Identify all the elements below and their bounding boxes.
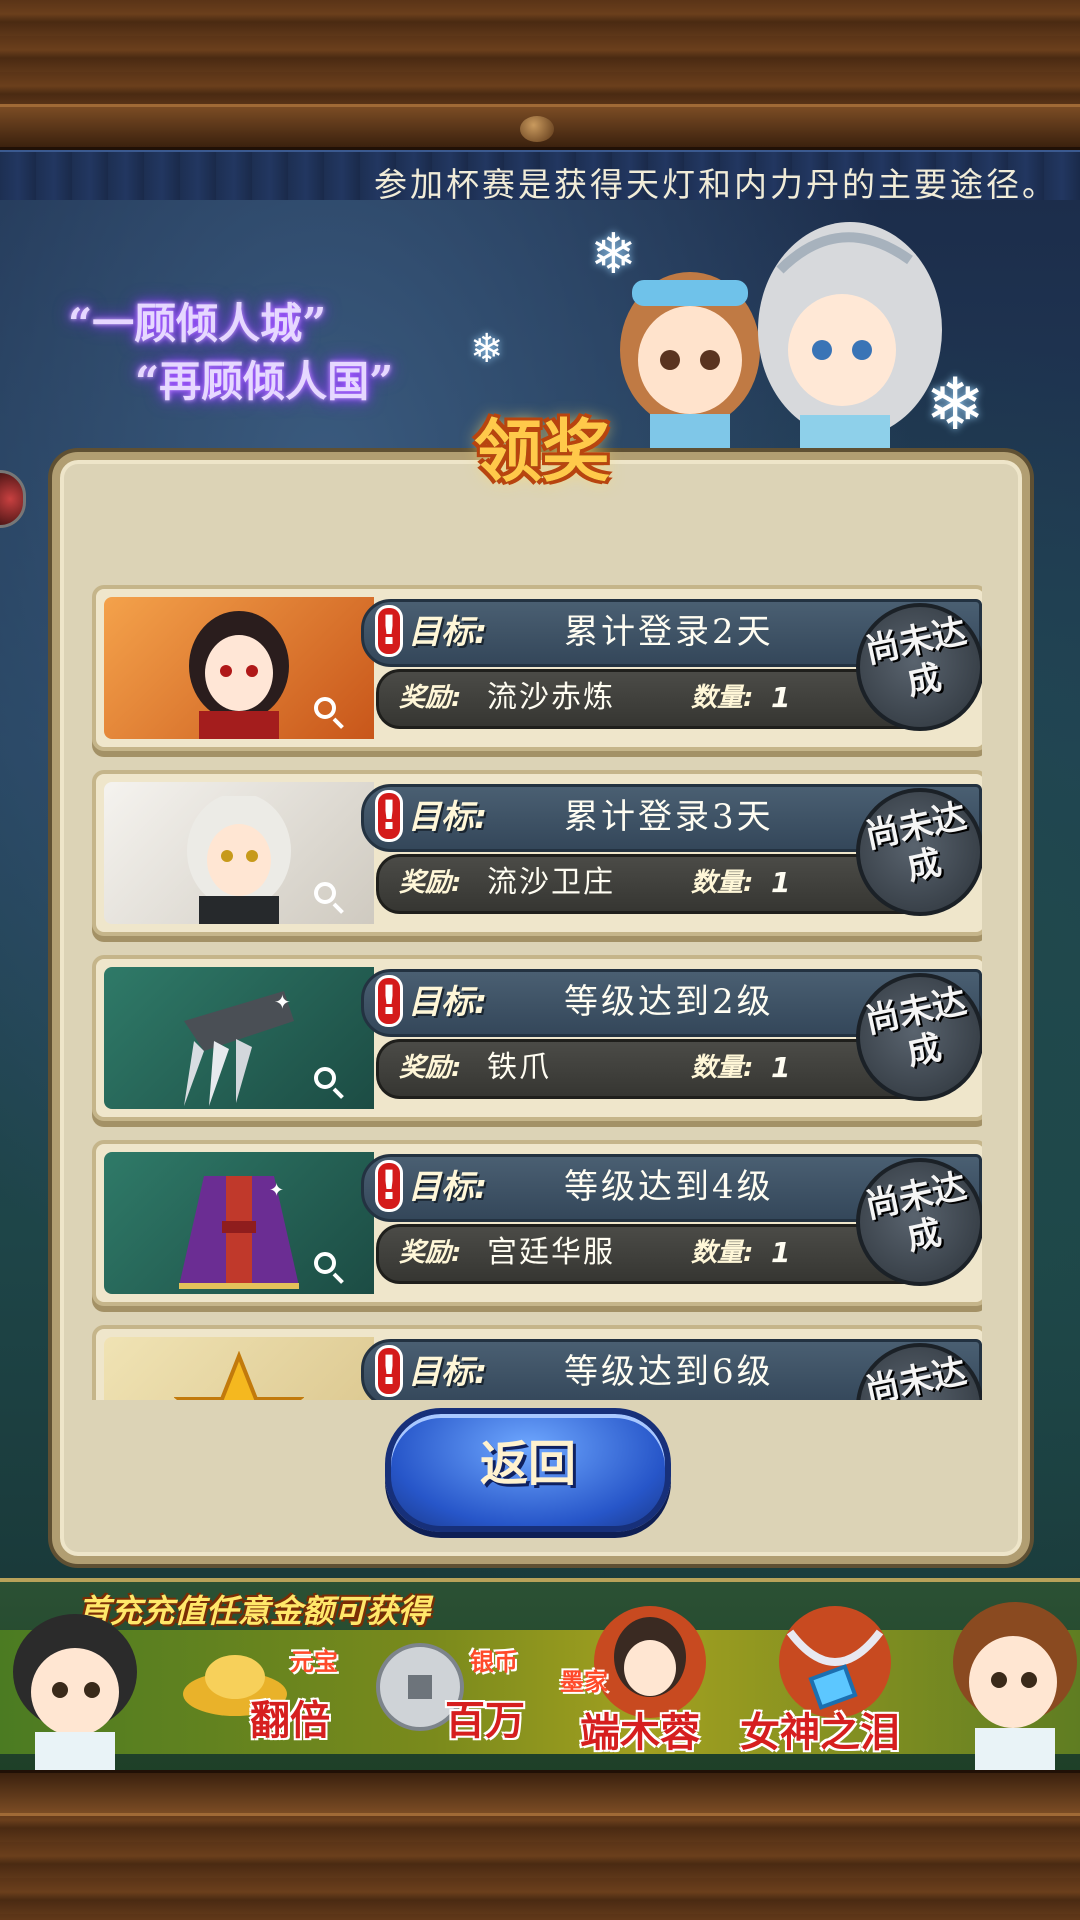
chibi-boy-left-icon	[13, 1614, 137, 1772]
reward-name: 流沙卫庄	[487, 865, 615, 900]
reward-thumbnail[interactable]	[104, 1337, 374, 1400]
bottom-rail	[0, 1770, 1080, 1816]
status-seal: 尚未达成	[856, 1158, 982, 1286]
status-text: 尚未达成	[861, 796, 970, 889]
reward-label: 奖励:	[399, 1053, 462, 1083]
promo-small-text: 银币	[470, 1647, 518, 1676]
status-seal: 尚未达成	[856, 788, 982, 916]
goal-label: 目标:	[408, 1167, 488, 1206]
task-row[interactable]: ! 目标: 累计登录3天 奖励: 流沙卫庄 数量: 1 尚未达成	[92, 770, 982, 936]
goal-label: 目标:	[408, 982, 488, 1021]
status-text: 尚未达成	[861, 1166, 970, 1259]
promo-small-text: 元宝	[290, 1647, 338, 1676]
exclamation-icon: !	[378, 1163, 400, 1209]
status-text: 尚未达成	[861, 611, 970, 704]
reward-label: 奖励:	[399, 1238, 462, 1268]
promo-big-text: 百万	[445, 1697, 525, 1744]
reward-thumbnail[interactable]	[104, 597, 374, 739]
snowflake-icon: ❄	[470, 326, 504, 372]
task-row[interactable]: ✦ ! 目标: 等级达到4级 奖励: 宫廷华服 数量: 1 尚未达成	[92, 1140, 982, 1306]
back-button-label: 返回	[479, 1436, 576, 1492]
magnifier-icon[interactable]	[314, 697, 336, 719]
status-seal: 尚未达成	[856, 973, 982, 1101]
back-button[interactable]: 返回	[385, 1408, 671, 1532]
reward-label: 奖励:	[399, 683, 462, 713]
magnifier-icon[interactable]	[314, 1252, 336, 1274]
frame-knob	[520, 116, 554, 142]
goal-text: 等级达到4级	[564, 1167, 774, 1207]
goal-text: 累计登录2天	[564, 612, 774, 652]
status-seal: 尚未达成	[856, 603, 982, 731]
gold-star-icon	[174, 1351, 304, 1400]
promo-band	[0, 1630, 1080, 1754]
exclamation-icon: !	[378, 608, 400, 654]
chibi-boy-right-icon	[953, 1602, 1077, 1772]
goal-text: 累计登录3天	[564, 797, 774, 837]
magnifier-icon[interactable]	[314, 882, 336, 904]
character-portrait-icon	[187, 796, 291, 924]
goal-label: 目标:	[408, 612, 488, 651]
goal-label: 目标:	[408, 797, 488, 836]
promo-big-text: 翻倍	[250, 1697, 330, 1744]
reward-thumbnail[interactable]: ✦	[104, 967, 374, 1109]
quantity-value: 1	[771, 1051, 791, 1084]
claw-weapon-icon: ✦	[184, 990, 294, 1106]
goal-text: 等级达到2级	[564, 982, 774, 1022]
reward-label: 奖励:	[399, 868, 462, 898]
robe-armor-icon: ✦	[179, 1176, 299, 1289]
task-row[interactable]: ✦ ! 目标: 等级达到2级 奖励: 铁爪 数量: 1 尚未达成	[92, 955, 982, 1121]
first-charge-promo-banner[interactable]: 首充充值任意金额可获得 元宝 翻倍 银币 百万 墨家 端木蓉 女神之泪	[0, 1578, 1080, 1778]
notice-text: 参加杯赛是获得天灯和内力丹的主要途径。	[374, 165, 1058, 204]
quantity-value: 1	[771, 866, 791, 899]
quantity-label: 数量:	[691, 868, 754, 898]
goal-text: 等级达到6级	[564, 1352, 774, 1392]
slogan-line-2: “再顾倾人国”	[135, 357, 394, 406]
notice-banner: 参加杯赛是获得天灯和内力丹的主要途径。	[0, 150, 1080, 204]
quantity-label: 数量:	[691, 1053, 754, 1083]
reward-thumbnail[interactable]	[104, 782, 374, 924]
promo-small-text: 墨家	[560, 1667, 608, 1696]
goal-label: 目标:	[408, 1352, 488, 1391]
svg-text:✦: ✦	[274, 990, 291, 1014]
promo-big-text: 端木蓉	[580, 1709, 700, 1756]
promo-big-text: 女神之泪	[740, 1709, 900, 1756]
panel-title: 领奖	[473, 412, 610, 492]
top-wood-frame	[0, 0, 1080, 150]
exclamation-icon: !	[378, 978, 400, 1024]
task-row[interactable]: ! 目标: 累计登录2天 奖励: 流沙赤炼 数量: 1 尚未达成	[92, 585, 982, 751]
svg-text:✦: ✦	[269, 1180, 284, 1201]
slogan-line-1: “一顾倾人城”	[68, 299, 327, 348]
quantity-value: 1	[771, 681, 791, 714]
exclamation-icon: !	[378, 793, 400, 839]
quantity-value: 1	[771, 1236, 791, 1269]
reward-name: 宫廷华服	[487, 1235, 615, 1270]
task-list[interactable]: ! 目标: 累计登录2天 奖励: 流沙赤炼 数量: 1 尚未达成 ! 目标: 累…	[92, 575, 982, 1400]
reward-name: 铁爪	[487, 1050, 551, 1085]
magnifier-icon[interactable]	[314, 1067, 336, 1089]
reward-name: 流沙赤炼	[487, 680, 615, 715]
status-text: 尚未达成	[861, 981, 970, 1074]
task-row[interactable]: ! 目标: 等级达到6级 尚未达成	[92, 1325, 982, 1400]
quantity-label: 数量:	[691, 1238, 754, 1268]
quantity-label: 数量:	[691, 683, 754, 713]
chibi-girls-illustration	[620, 222, 942, 450]
exclamation-icon: !	[378, 1348, 400, 1394]
reward-thumbnail[interactable]: ✦	[104, 1152, 374, 1294]
character-portrait-icon	[189, 611, 289, 739]
bottom-wood-frame	[0, 1770, 1080, 1920]
